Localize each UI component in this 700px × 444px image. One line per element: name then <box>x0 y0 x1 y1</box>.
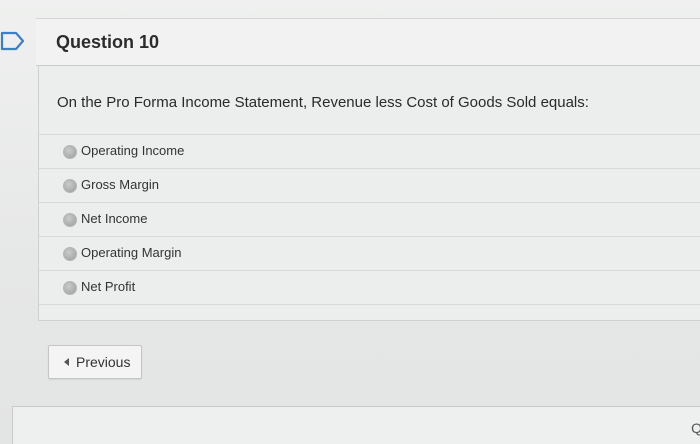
quiz-page: Question 10 On the Pro Forma Income Stat… <box>0 0 700 444</box>
question-title: Question 10 <box>56 32 160 52</box>
answer-option[interactable]: Net Profit <box>39 270 700 305</box>
bottom-panel <box>12 406 700 444</box>
radio-button[interactable] <box>63 145 77 159</box>
option-label[interactable]: Net Income <box>81 211 147 226</box>
bottom-corner-text: Q <box>691 420 700 436</box>
option-label[interactable]: Operating Income <box>81 143 184 158</box>
answer-options: Operating Income Gross Margin Net Income… <box>39 134 700 305</box>
answer-option[interactable]: Net Income <box>39 202 700 236</box>
radio-button[interactable] <box>63 213 77 227</box>
radio-button[interactable] <box>63 179 77 193</box>
option-label[interactable]: Operating Margin <box>81 245 181 260</box>
unanswered-flag-icon <box>0 31 25 51</box>
radio-button[interactable] <box>63 281 77 295</box>
previous-button-label: Previous <box>76 354 131 370</box>
question-body: On the Pro Forma Income Statement, Reven… <box>38 66 700 321</box>
question-text: On the Pro Forma Income Statement, Reven… <box>57 94 589 111</box>
previous-button[interactable]: Previous <box>48 345 142 379</box>
option-label[interactable]: Gross Margin <box>81 177 159 192</box>
answer-option[interactable]: Operating Income <box>39 134 700 168</box>
answer-option[interactable]: Gross Margin <box>39 168 700 202</box>
answer-option[interactable]: Operating Margin <box>39 236 700 270</box>
option-label[interactable]: Net Profit <box>81 279 135 294</box>
radio-button[interactable] <box>63 247 77 261</box>
caret-left-icon <box>64 358 69 366</box>
question-header: Question 10 <box>36 18 700 66</box>
